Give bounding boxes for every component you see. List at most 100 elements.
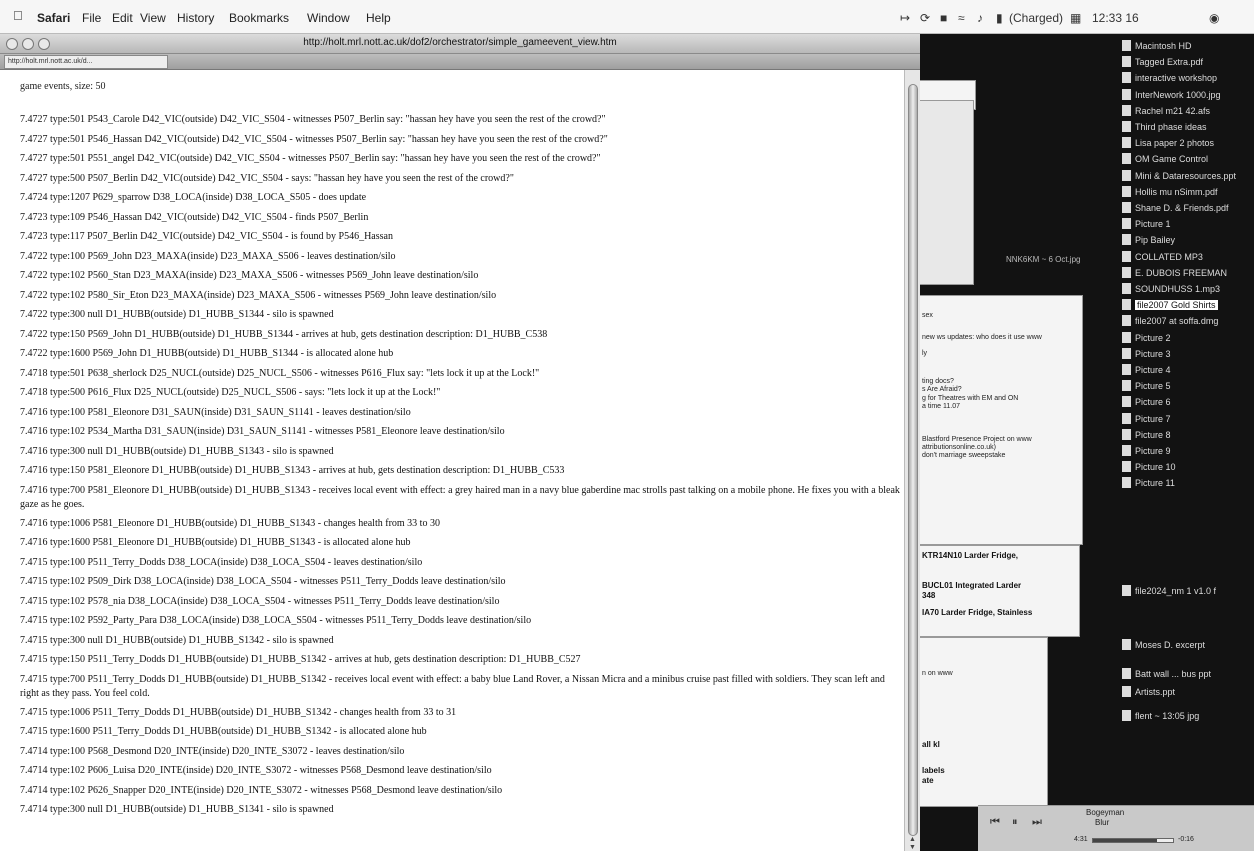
title-bar[interactable]: http://holt.mrl.nott.ac.uk/dof2/orchestr… [0, 34, 920, 54]
event-row: 7.4718 type:501 P638_sherlock D25_NUCL(o… [20, 367, 540, 379]
email-line: a time 11.07 [922, 403, 961, 410]
desktop-icon[interactable]: Moses D. excerpt [1122, 639, 1252, 655]
file-icon [1122, 428, 1131, 440]
desktop-icon[interactable]: Picture 4 [1122, 364, 1252, 380]
display-icon[interactable]: ■ [940, 11, 947, 25]
desktop-icon[interactable]: Macintosh HD [1122, 40, 1252, 56]
progress-fill [1093, 839, 1157, 842]
script-menu-icon[interactable]: ↦ [900, 11, 910, 25]
clock[interactable]: 12:33 16 [1092, 11, 1139, 25]
menu-window[interactable]: Window [307, 11, 350, 25]
event-row: 7.4714 type:300 null D1_HUBB(outside) D1… [20, 804, 334, 815]
desktop-icon[interactable]: interactive workshop [1122, 72, 1252, 88]
desktop-icon[interactable]: Picture 10 [1122, 461, 1252, 477]
scroll-up-icon[interactable]: ▲ [909, 836, 916, 843]
vertical-scrollbar[interactable]: ▲ ▼ [904, 70, 920, 851]
event-row: 7.4722 type:1600 P569_John D1_HUBB(outsi… [20, 348, 394, 359]
scroll-thumb[interactable] [908, 84, 918, 836]
desktop-icon[interactable]: Tagged Extra.pdf [1122, 56, 1252, 72]
desktop-icon-label: file2007 Gold Shirts [1135, 300, 1218, 311]
desktop-file-label[interactable]: NNK6KM ~ 6 Oct.jpg [1006, 255, 1080, 264]
event-row: 7.4715 type:1006 P511_Terry_Dodds D1_HUB… [20, 706, 457, 718]
desktop-icon[interactable]: InterNework 1000.jpg [1122, 88, 1252, 105]
desktop-icon-label: file2024_nm 1 v1.0 f [1135, 586, 1217, 596]
event-row: 7.4727 type:501 P543_Carole D42_VIC(outs… [20, 114, 606, 125]
file-icon [1122, 585, 1131, 596]
desktop-icon-label: Picture 6 [1135, 397, 1171, 408]
desktop-icon[interactable]: Picture 2 [1122, 331, 1252, 348]
menu-help[interactable]: Help [366, 11, 391, 25]
progress-track[interactable] [1092, 838, 1174, 843]
desktop-icon[interactable]: Mini & Dataresources.ppt [1122, 169, 1252, 186]
event-row: 7.4715 type:700 P511_Terry_Dodds D1_HUBB… [20, 673, 885, 700]
fridge-line: IA70 Larder Fridge, Stainless [922, 608, 1033, 617]
desktop-icon[interactable]: Picture 11 [1122, 477, 1252, 493]
browser-tab[interactable]: http://holt.mrl.nott.ac.uk/d... [4, 55, 168, 69]
menu-view[interactable]: View [140, 11, 166, 25]
menu-file[interactable]: File [82, 11, 101, 25]
event-row: 7.4722 type:100 P569_John D23_MAXA(insid… [20, 250, 396, 262]
desktop-icon-label: Pip Bailey [1135, 235, 1176, 246]
pause-icon[interactable]: ⏸ [1012, 816, 1018, 829]
file-icon [1122, 461, 1131, 473]
battery-status[interactable]: (Charged) [1009, 11, 1063, 25]
desktop-icon[interactable]: file2024_nm 1 v1.0 f [1122, 585, 1252, 601]
desktop-icon-label: Rachel m21 42.afs [1135, 105, 1211, 116]
misc-text: labels [922, 766, 945, 775]
file-icon [1122, 364, 1131, 375]
desktop-icon[interactable]: Picture 3 [1122, 347, 1252, 364]
wifi-icon[interactable]: ≈ [958, 11, 965, 25]
app-menu[interactable]: Safari [37, 11, 70, 25]
desktop-icon[interactable]: Artists.ppt [1122, 686, 1252, 702]
desktop-icon[interactable]: file2007 Gold Shirts [1122, 299, 1252, 315]
apple-menu-icon[interactable]:  [13, 8, 23, 23]
event-row: 7.4715 type:102 P592_Party_Para D38_LOCA… [20, 615, 532, 626]
desktop-icon[interactable]: Lisa paper 2 photos [1122, 137, 1252, 153]
desktop-icon[interactable]: Picture 1 [1122, 218, 1252, 234]
spotlight-icon[interactable]: ◉ [1209, 11, 1219, 25]
sync-icon[interactable]: ⟳ [920, 11, 930, 25]
desktop-icon[interactable]: Pip Bailey [1122, 234, 1252, 250]
menu-edit[interactable]: Edit [112, 11, 133, 25]
desktop-icon[interactable]: COLLATED MP3 [1122, 250, 1252, 267]
email-line: Blastford Presence Project on www [922, 436, 1032, 443]
previous-track-icon[interactable]: ⏮ [990, 816, 1000, 829]
desktop-icon[interactable]: flent ~ 13:05 jpg [1122, 710, 1252, 726]
desktop-icon[interactable]: file2007 at soffa.dmg [1122, 315, 1252, 331]
desktop-icon[interactable]: Picture 5 [1122, 380, 1252, 396]
desktop-icon-label: Third phase ideas [1135, 122, 1207, 132]
menu-history[interactable]: History [177, 11, 214, 25]
volume-icon[interactable]: ♪ [977, 11, 983, 25]
desktop-icon[interactable]: Picture 7 [1122, 412, 1252, 429]
desktop-icon[interactable]: Batt wall ... bus ppt [1122, 668, 1252, 684]
event-row: 7.4715 type:300 null D1_HUBB(outside) D1… [20, 634, 334, 646]
menu-bookmarks[interactable]: Bookmarks [229, 11, 289, 25]
desktop-icon[interactable]: Shane D. & Friends.pdf [1122, 202, 1252, 218]
desktop-icon[interactable]: Picture 9 [1122, 445, 1252, 461]
desktop-icon[interactable]: E. DUBOIS FREEMAN [1122, 266, 1252, 283]
file-icon [1122, 266, 1131, 278]
scroll-down-icon[interactable]: ▼ [909, 844, 916, 851]
desktop-icon[interactable]: Rachel m21 42.afs [1122, 104, 1252, 121]
desktop-icon[interactable]: Picture 8 [1122, 428, 1252, 445]
desktop-icon[interactable]: Third phase ideas [1122, 121, 1252, 137]
file-icon [1122, 331, 1131, 343]
keyboard-icon[interactable]: ▦ [1070, 11, 1081, 25]
desktop-icon[interactable]: SOUNDHUSS 1.mp3 [1122, 283, 1252, 299]
email-line: don't marriage sweepstake [922, 452, 1006, 459]
file-icon [1122, 169, 1131, 181]
desktop-icon-label: Artists.ppt [1135, 687, 1176, 697]
desktop-icon-label: Picture 1 [1135, 219, 1171, 230]
desktop-icon-label: Picture 2 [1135, 332, 1171, 343]
desktop-icon-label: Picture 7 [1135, 413, 1171, 424]
next-track-icon[interactable]: ⏭ [1032, 816, 1042, 829]
desktop-icon-label: Picture 5 [1135, 381, 1171, 392]
event-row: 7.4716 type:1006 P581_Eleonore D1_HUBB(o… [20, 517, 440, 529]
email-line: attributionsonline.co.uk) [922, 444, 996, 451]
desktop-icon[interactable]: Picture 6 [1122, 396, 1252, 412]
desktop-icon[interactable]: OM Game Control [1122, 153, 1252, 169]
track-title: Bogeyman [1086, 808, 1125, 817]
battery-icon[interactable]: ▮ [996, 11, 1003, 25]
desktop-icon-label: Moses D. excerpt [1135, 640, 1206, 650]
desktop-icon[interactable]: Hollis mu nSimm.pdf [1122, 185, 1252, 202]
